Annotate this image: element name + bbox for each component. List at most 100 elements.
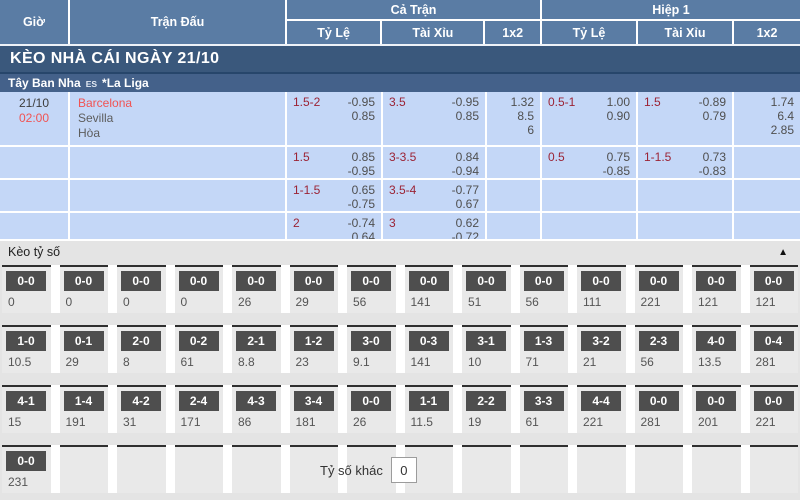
score-button[interactable]: 0-0	[581, 271, 621, 291]
score-cell: 0-261	[175, 325, 224, 373]
h1-1x2-cell	[734, 180, 800, 211]
ft-over-under-cell[interactable]: 3-3.50.84-0.94	[383, 147, 487, 178]
score-button[interactable]: 0-0	[64, 271, 104, 291]
score-button[interactable]: 0-0	[639, 391, 679, 411]
score-button[interactable]: 3-4	[294, 391, 334, 411]
ft-1x2-cell[interactable]: 1.328.56	[487, 92, 542, 145]
odds-value: 0.84	[452, 150, 479, 164]
score-button[interactable]: 1-3	[524, 331, 564, 351]
score-button[interactable]: 2-4	[179, 391, 219, 411]
ft-handicap-cell[interactable]: 2-0.740.64	[287, 213, 383, 239]
score-button[interactable]: 3-3	[524, 391, 564, 411]
score-button[interactable]: 0-0	[409, 271, 449, 291]
ft-handicap-cell[interactable]: 1.50.85-0.95	[287, 147, 383, 178]
score-cell: 0-026	[347, 385, 396, 433]
odds-value: 0.62	[452, 216, 479, 230]
h1-over-under-cell	[638, 213, 734, 239]
score-button[interactable]: 2-3	[639, 331, 679, 351]
score-section-title: Kèo tỷ số	[8, 245, 60, 259]
handicap-value: 0.5	[548, 150, 565, 175]
score-button[interactable]: 3-0	[351, 331, 391, 351]
ft-over-under-cell[interactable]: 3.5-4-0.770.67	[383, 180, 487, 211]
score-button[interactable]: 0-0	[696, 271, 736, 291]
score-button[interactable]: 1-1	[409, 391, 449, 411]
score-button[interactable]: 4-1	[6, 391, 46, 411]
score-button[interactable]: 0-0	[524, 271, 564, 291]
h1-1x2-cell[interactable]: 1.746.42.85	[734, 92, 800, 145]
h1-handicap-cell	[542, 180, 638, 211]
score-button[interactable]: 3-1	[466, 331, 506, 351]
score-button[interactable]: 0-0	[754, 391, 794, 411]
score-odds-value: 141	[409, 355, 450, 369]
score-button[interactable]: 2-0	[121, 331, 161, 351]
score-button[interactable]: 0-0	[466, 271, 506, 291]
score-odds-value: 221	[639, 295, 680, 309]
score-button[interactable]: 0-1	[64, 331, 104, 351]
score-odds-value: 201	[696, 415, 737, 429]
score-button[interactable]: 0-4	[754, 331, 794, 351]
handicap-value: 3-3.5	[389, 150, 416, 175]
score-button[interactable]: 1-0	[6, 331, 46, 351]
odds-value: 0.73	[699, 150, 726, 164]
score-cell: 4-115	[2, 385, 51, 433]
score-button[interactable]: 0-0	[696, 391, 736, 411]
score-button[interactable]: 0-0	[236, 271, 276, 291]
score-button[interactable]: 0-0	[294, 271, 334, 291]
handicap-value: 1-1.5	[293, 183, 320, 208]
score-button[interactable]: 4-0	[696, 331, 736, 351]
score-button[interactable]: 4-3	[236, 391, 276, 411]
score-button[interactable]: 1-4	[64, 391, 104, 411]
odds-rows: 21/1002:00BarcelonaSevillaHòa1.5-2-0.950…	[0, 92, 800, 241]
score-cell: 3-4181	[290, 385, 339, 433]
h1-1x2-cell	[734, 213, 800, 239]
odds-value: 0.64	[348, 230, 375, 239]
score-odds-value: 111	[581, 295, 622, 309]
score-cell	[750, 445, 799, 493]
ft-handicap-cell[interactable]: 1-1.50.65-0.75	[287, 180, 383, 211]
ft-1x2-cell	[487, 213, 542, 239]
score-button[interactable]: 0-3	[409, 331, 449, 351]
collapse-arrow-icon[interactable]: ▲	[778, 247, 788, 258]
other-score-input[interactable]	[391, 457, 417, 483]
time-cell	[0, 213, 70, 239]
score-odds-value: 56	[524, 295, 565, 309]
score-cell: 4-013.5	[692, 325, 741, 373]
score-button[interactable]: 0-0	[351, 391, 391, 411]
ft-over-under-cell[interactable]: 3.5-0.950.85	[383, 92, 487, 145]
score-odds-value: 10	[466, 355, 507, 369]
odds-values: 1.000.90	[607, 95, 630, 142]
score-odds-value: 191	[64, 415, 105, 429]
ft-handicap-cell[interactable]: 1.5-2-0.950.85	[287, 92, 383, 145]
score-button[interactable]: 0-2	[179, 331, 219, 351]
h1-over-under-cell[interactable]: 1-1.50.73-0.83	[638, 147, 734, 178]
score-cell	[117, 445, 166, 493]
match-cell: BarcelonaSevillaHòa	[70, 92, 287, 145]
score-button[interactable]: 0-0	[179, 271, 219, 291]
score-button[interactable]: 0-0	[639, 271, 679, 291]
score-cell: 2-356	[635, 325, 684, 373]
score-button[interactable]: 0-0	[121, 271, 161, 291]
handicap-value: 1.5	[293, 150, 310, 175]
score-button[interactable]: 2-1	[236, 331, 276, 351]
h1-handicap-cell[interactable]: 0.5-11.000.90	[542, 92, 638, 145]
ft-1x2-cell	[487, 180, 542, 211]
score-cell: 1-010.5	[2, 325, 51, 373]
score-button[interactable]: 0-0	[6, 451, 46, 471]
score-button[interactable]: 0-0	[6, 271, 46, 291]
score-cell: 2-219	[462, 385, 511, 433]
score-odds-value: 221	[581, 415, 622, 429]
score-odds-value: 26	[351, 415, 392, 429]
score-button[interactable]: 4-2	[121, 391, 161, 411]
score-button[interactable]: 4-4	[581, 391, 621, 411]
score-button[interactable]: 0-0	[754, 271, 794, 291]
score-button[interactable]: 3-2	[581, 331, 621, 351]
draw-label: Hòa	[78, 126, 279, 141]
score-cell: 1-223	[290, 325, 339, 373]
score-button[interactable]: 1-2	[294, 331, 334, 351]
score-odds-value: 221	[754, 415, 795, 429]
score-button[interactable]: 0-0	[351, 271, 391, 291]
ft-over-under-cell[interactable]: 30.62-0.72	[383, 213, 487, 239]
h1-over-under-cell[interactable]: 1.5-0.890.79	[638, 92, 734, 145]
score-button[interactable]: 2-2	[466, 391, 506, 411]
h1-handicap-cell[interactable]: 0.50.75-0.85	[542, 147, 638, 178]
